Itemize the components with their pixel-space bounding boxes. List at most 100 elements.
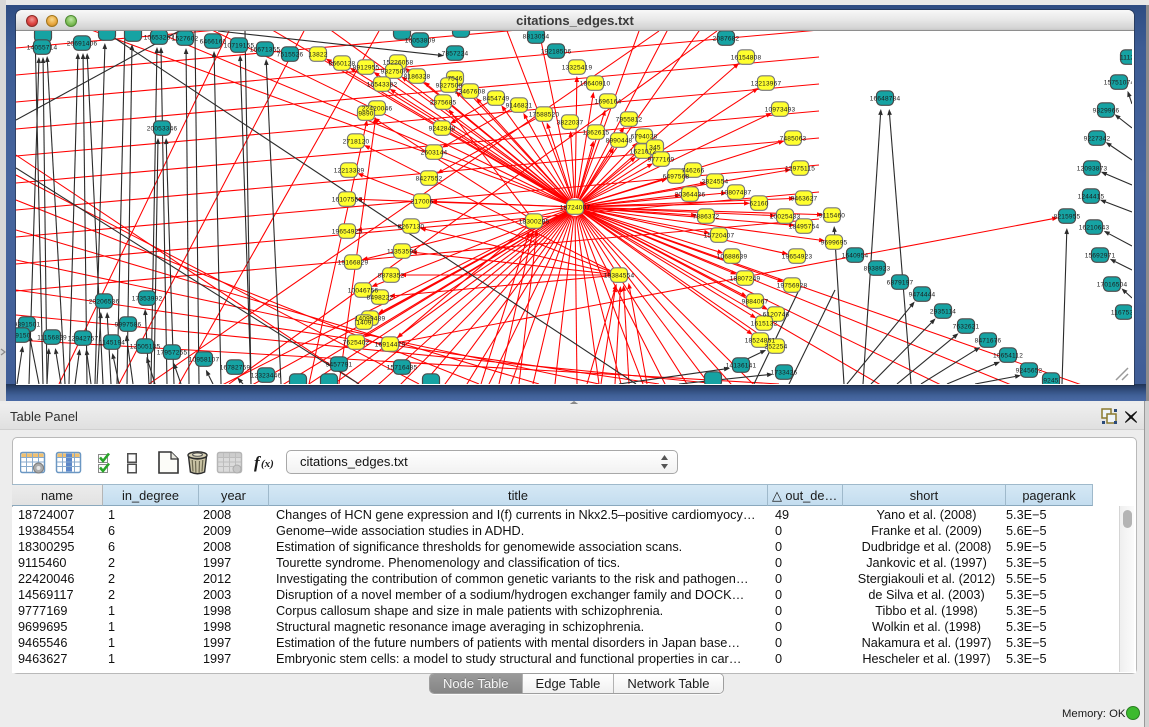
svg-text:18300295: 18300295 xyxy=(519,219,550,226)
svg-text:11156829: 11156829 xyxy=(37,335,67,342)
svg-text:345: 345 xyxy=(649,145,661,152)
svg-text:18640910: 18640910 xyxy=(580,81,611,88)
svg-text:16543382: 16543382 xyxy=(367,82,398,89)
svg-text:9115460: 9115460 xyxy=(819,213,845,220)
svg-text:6120746: 6120746 xyxy=(763,312,790,319)
svg-text:18807249: 18807249 xyxy=(730,276,761,283)
svg-text:18495754: 18495754 xyxy=(789,224,820,231)
svg-text:2603144: 2603144 xyxy=(421,150,448,157)
svg-text:19756928: 19756928 xyxy=(777,283,808,290)
svg-text:7515526: 7515526 xyxy=(277,52,304,59)
svg-text:14055714: 14055714 xyxy=(27,45,58,52)
svg-text:1640954: 1640954 xyxy=(842,253,869,260)
svg-text:20364436: 20364436 xyxy=(675,192,706,199)
svg-text:8498222: 8498222 xyxy=(367,295,394,302)
svg-text:10046756: 10046756 xyxy=(348,288,379,295)
svg-text:217006: 217006 xyxy=(411,199,434,206)
svg-text:9457791: 9457791 xyxy=(326,362,353,369)
svg-text:15716485: 15716485 xyxy=(387,365,418,372)
svg-text:7485063: 7485063 xyxy=(780,136,807,143)
svg-text:9997586: 9997586 xyxy=(115,322,142,329)
svg-text:62160: 62160 xyxy=(749,201,768,208)
svg-text:19218506: 19218506 xyxy=(541,49,572,56)
svg-text:8427552: 8427552 xyxy=(416,176,443,183)
svg-text:1615132: 1615132 xyxy=(751,321,778,328)
svg-text:16648784: 16648784 xyxy=(870,96,901,103)
svg-text:12213967: 12213967 xyxy=(751,81,782,88)
svg-text:8878352: 8878352 xyxy=(378,273,405,280)
svg-text:17353992: 17353992 xyxy=(132,296,163,303)
svg-text:6497568: 6497568 xyxy=(663,174,690,181)
svg-text:39150: 39150 xyxy=(16,333,31,340)
svg-text:1244415: 1244415 xyxy=(1078,194,1105,201)
svg-text:10973493: 10973493 xyxy=(765,107,796,114)
svg-text:7857224: 7857224 xyxy=(442,51,469,58)
svg-text:1527602: 1527602 xyxy=(172,36,199,43)
svg-text:12975115: 12975115 xyxy=(785,166,815,173)
svg-text:7632621: 7632621 xyxy=(953,324,980,331)
svg-text:9699695: 9699695 xyxy=(821,240,848,247)
svg-text:9890: 9890 xyxy=(358,111,373,118)
svg-text:1696164: 1696164 xyxy=(595,99,622,106)
svg-text:9245: 9245 xyxy=(1043,378,1058,384)
svg-text:11353594: 11353594 xyxy=(387,249,417,256)
svg-text:8990448: 8990448 xyxy=(606,138,633,145)
svg-text:12093873: 12093873 xyxy=(1077,166,1108,173)
svg-text:1167533: 1167533 xyxy=(1111,310,1132,317)
svg-text:16107553: 16107553 xyxy=(332,197,363,204)
svg-text:10688639: 10688639 xyxy=(717,254,748,261)
svg-text:8813054: 8813054 xyxy=(523,34,550,41)
svg-text:7546: 7546 xyxy=(447,76,462,83)
svg-text:9329966: 9329966 xyxy=(1093,108,1120,115)
svg-text:3822037: 3822037 xyxy=(557,120,584,127)
svg-text:9391501: 9391501 xyxy=(16,322,41,329)
svg-text:15751074: 15751074 xyxy=(1104,80,1132,87)
svg-text:15692971: 15692971 xyxy=(1085,253,1116,260)
svg-text:3824554: 3824554 xyxy=(702,179,729,186)
svg-text:1409: 1409 xyxy=(356,320,371,327)
svg-text:1733426: 1733426 xyxy=(771,370,798,377)
svg-text:3375685: 3375685 xyxy=(430,100,457,107)
svg-text:1362615: 1362615 xyxy=(583,130,610,137)
svg-text:19166829: 19166829 xyxy=(338,260,369,267)
svg-text:8186328: 8186328 xyxy=(404,74,431,81)
svg-text:252254: 252254 xyxy=(765,344,788,351)
svg-text:8912955: 8912955 xyxy=(353,65,380,72)
svg-text:13325419: 13325419 xyxy=(562,65,593,72)
svg-text:16782759: 16782759 xyxy=(220,365,251,372)
svg-text:17016504: 17016504 xyxy=(1097,282,1128,289)
svg-text:17957255: 17957255 xyxy=(157,350,188,357)
svg-text:15720407: 15720407 xyxy=(704,233,735,240)
svg-text:12213389: 12213389 xyxy=(334,168,365,175)
svg-text:9227342: 9227342 xyxy=(1084,136,1111,143)
svg-text:6466160: 6466160 xyxy=(200,39,227,46)
svg-text:16053809: 16053809 xyxy=(405,38,436,45)
svg-text:10654112: 10654112 xyxy=(993,353,1023,360)
svg-text:12323446: 12323446 xyxy=(251,373,282,380)
svg-text:8267130: 8267130 xyxy=(398,224,425,231)
svg-text:2718120: 2718120 xyxy=(343,139,370,146)
svg-text:9884067: 9884067 xyxy=(742,299,769,306)
svg-text:13822: 13822 xyxy=(308,52,327,59)
svg-text:7955812: 7955812 xyxy=(616,117,643,124)
svg-text:8660128: 8660128 xyxy=(329,61,356,68)
svg-text:(x): (x) xyxy=(261,458,274,470)
svg-text:10653267: 10653267 xyxy=(144,35,175,42)
svg-text:19654925: 19654925 xyxy=(332,229,363,236)
svg-text:10958107: 10958107 xyxy=(189,357,220,364)
svg-text:8215955: 8215955 xyxy=(1054,214,1081,221)
svg-text:9777169: 9777169 xyxy=(648,157,675,164)
svg-text:11121: 11121 xyxy=(1120,55,1132,62)
svg-text:6794028: 6794028 xyxy=(631,134,658,141)
svg-text:1145194: 1145194 xyxy=(99,340,125,347)
svg-text:20053346: 20053346 xyxy=(147,126,178,133)
svg-text:16154808: 16154808 xyxy=(731,55,762,62)
svg-text:9474444: 9474444 xyxy=(909,292,936,299)
svg-text:8938923: 8938923 xyxy=(864,266,891,273)
svg-text:9245652: 9245652 xyxy=(1016,368,1043,375)
svg-text:10025433: 10025433 xyxy=(770,214,801,221)
svg-text:15226058: 15226058 xyxy=(383,60,414,67)
svg-text:20691406: 20691406 xyxy=(67,41,98,48)
svg-text:2087682: 2087682 xyxy=(713,36,740,43)
svg-text:9463627: 9463627 xyxy=(791,196,818,203)
